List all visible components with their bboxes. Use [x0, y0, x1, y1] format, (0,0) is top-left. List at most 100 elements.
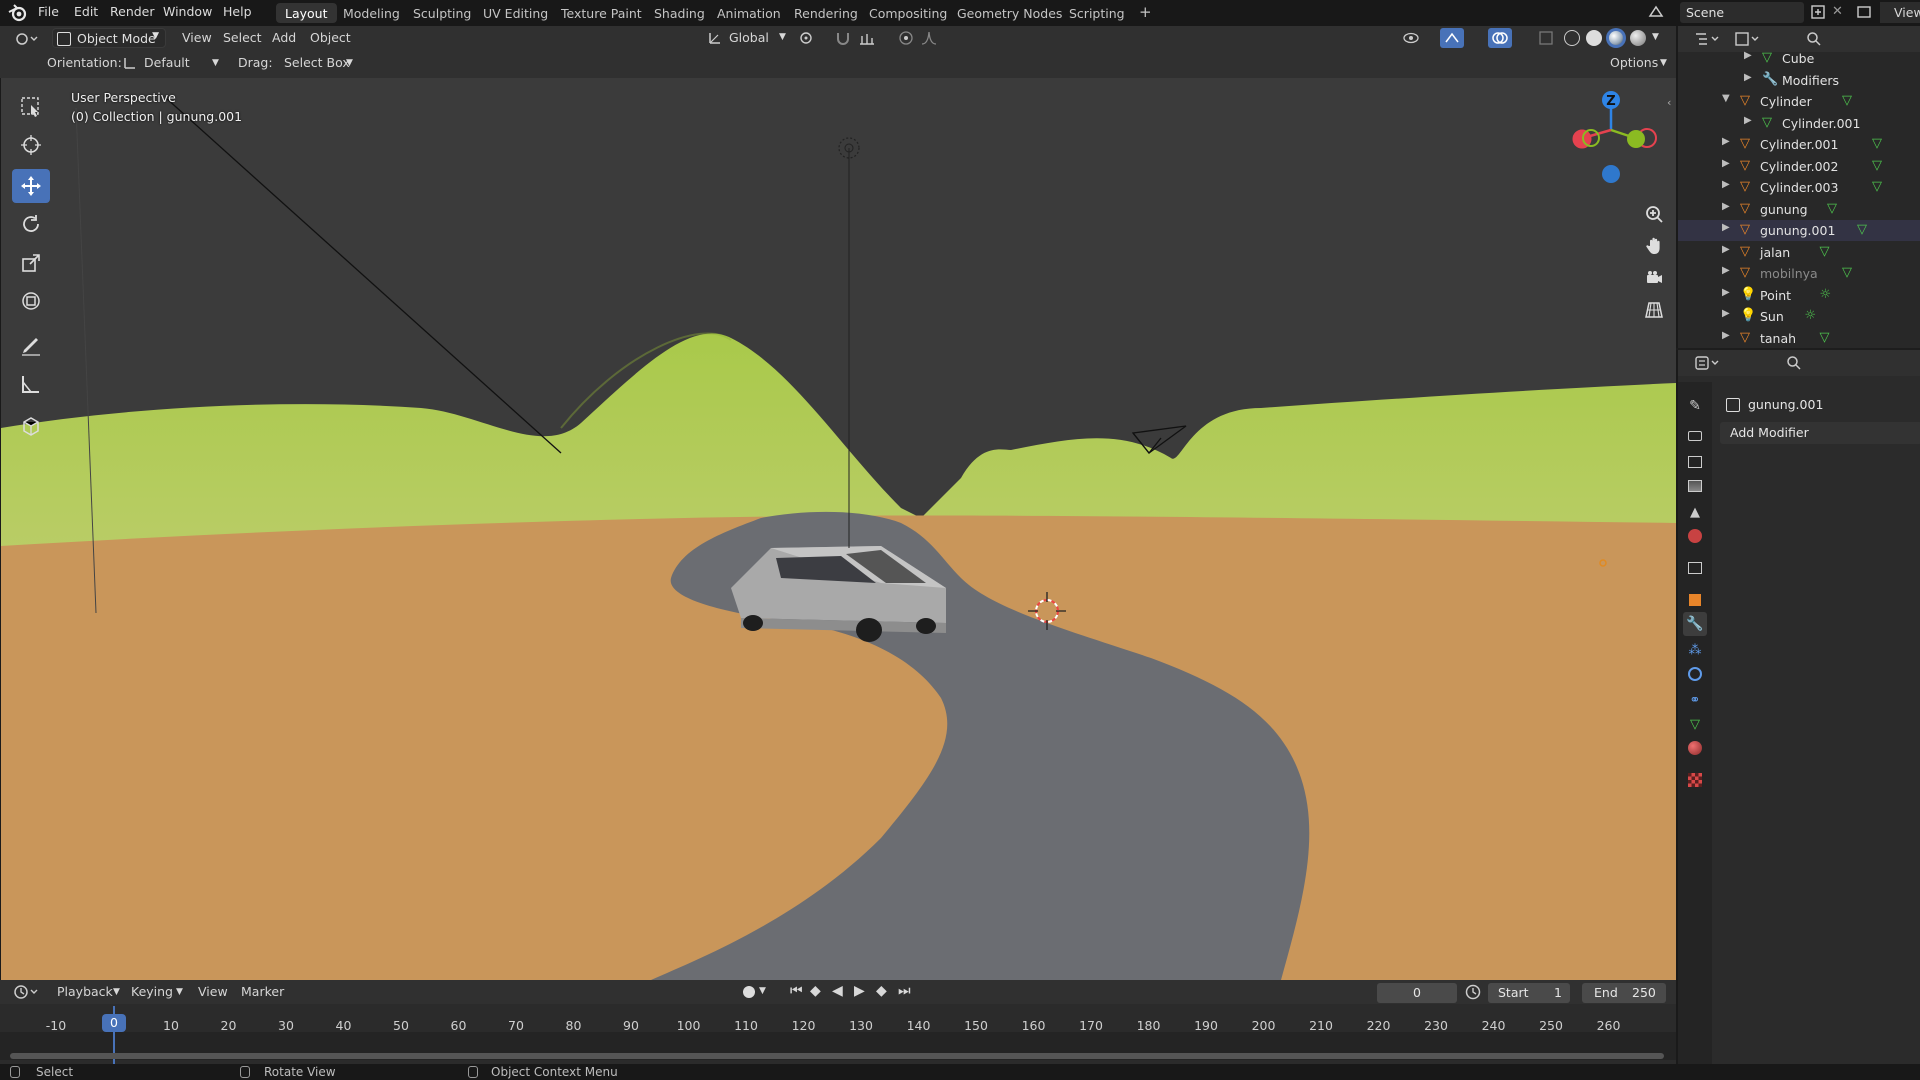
- measure-tool[interactable]: [12, 367, 50, 401]
- outliner-editor-type-icon[interactable]: [1694, 31, 1722, 47]
- mesh-data-icon[interactable]: ▽: [1820, 244, 1836, 260]
- rendered-shading-icon[interactable]: [1630, 30, 1646, 46]
- mesh-data-icon[interactable]: ▽: [1827, 201, 1843, 217]
- chevron-right-icon[interactable]: ▶: [1722, 265, 1730, 276]
- add-cube-tool[interactable]: [12, 409, 50, 443]
- tab-layout[interactable]: Layout: [276, 3, 337, 23]
- outliner-row[interactable]: ▶ ▽ gunung.001 ▽: [1678, 220, 1920, 241]
- mesh-data-icon[interactable]: ▽: [1872, 136, 1888, 152]
- view-layer-selector[interactable]: View: [1880, 2, 1920, 23]
- chevron-right-icon[interactable]: ▶: [1722, 287, 1730, 298]
- tab-texture[interactable]: [1683, 768, 1707, 792]
- tab-compositing[interactable]: Compositing: [860, 3, 956, 23]
- menu-object[interactable]: Object: [310, 30, 351, 45]
- mesh-data-icon[interactable]: ▽: [1842, 265, 1858, 281]
- tab-texture-paint[interactable]: Texture Paint: [552, 3, 651, 23]
- start-frame-field[interactable]: Start 1: [1488, 983, 1570, 1003]
- mesh-data-icon[interactable]: ▽: [1872, 158, 1888, 174]
- timeline-editor-type-icon[interactable]: [12, 983, 40, 1001]
- tab-shading[interactable]: Shading: [645, 3, 714, 23]
- chevron-down-icon[interactable]: ▼: [1722, 93, 1730, 104]
- tab-constraints[interactable]: ⚭: [1683, 688, 1707, 712]
- mesh-data-icon[interactable]: ▽: [1842, 93, 1858, 109]
- tab-data[interactable]: ▽: [1683, 712, 1707, 736]
- outliner-row[interactable]: ▶ 💡 Point ☼: [1678, 285, 1920, 306]
- preview-range-clock-icon[interactable]: [1464, 983, 1482, 1001]
- scene-selector[interactable]: Scene: [1680, 2, 1804, 23]
- jump-keyframe-forward-icon[interactable]: ◆: [876, 983, 887, 999]
- mesh-data-icon[interactable]: ▽: [1820, 330, 1836, 346]
- tab-scene[interactable]: ▲: [1683, 500, 1707, 524]
- select-box-tool[interactable]: [12, 90, 50, 124]
- add-workspace-button[interactable]: +: [1130, 0, 1161, 21]
- menu-view[interactable]: View: [182, 30, 212, 45]
- tab-collection[interactable]: [1683, 556, 1707, 580]
- tab-view-layer[interactable]: [1683, 474, 1707, 498]
- chevron-right-icon[interactable]: ▶: [1722, 222, 1730, 233]
- pan-view-button[interactable]: [1640, 232, 1668, 260]
- jump-start-icon[interactable]: ⏮: [790, 983, 803, 999]
- camera-view-button[interactable]: [1640, 264, 1668, 292]
- rotate-tool[interactable]: [12, 207, 50, 241]
- menu-file[interactable]: File: [38, 4, 59, 19]
- cursor-tool[interactable]: [12, 128, 50, 162]
- material-preview-icon[interactable]: [1606, 28, 1626, 48]
- overlays-toggle-icon[interactable]: [1488, 28, 1512, 48]
- menu-add[interactable]: Add: [272, 30, 296, 45]
- zoom-view-button[interactable]: [1640, 200, 1668, 228]
- outliner-row[interactable]: ▶ ▽ tanah ▽: [1678, 328, 1920, 349]
- outliner-row[interactable]: ▶ ▽ Cylinder.003 ▽: [1678, 177, 1920, 198]
- menu-playback[interactable]: Playback: [57, 984, 113, 999]
- outliner-row[interactable]: ▼ ▽ Cylinder ▽: [1678, 91, 1920, 112]
- scene-icon[interactable]: [1648, 4, 1664, 20]
- tab-output[interactable]: [1683, 450, 1707, 474]
- chevron-right-icon[interactable]: ▶: [1722, 244, 1730, 255]
- solid-shading-icon[interactable]: [1586, 30, 1602, 46]
- search-icon[interactable]: [1806, 31, 1822, 47]
- light-data-icon[interactable]: ☼: [1820, 287, 1836, 303]
- outliner-row[interactable]: ▶ ▽ mobilnya ▽: [1678, 263, 1920, 284]
- chevron-right-icon[interactable]: ▶: [1722, 179, 1730, 190]
- falloff-curve-icon[interactable]: [920, 30, 938, 46]
- jump-keyframe-back-icon[interactable]: ◆: [810, 983, 821, 999]
- record-icon[interactable]: [743, 986, 755, 998]
- chevron-right-icon[interactable]: ▶: [1744, 115, 1752, 126]
- transform-orientation-dropdown[interactable]: Global ▼: [705, 28, 789, 48]
- menu-edit[interactable]: Edit: [74, 4, 98, 19]
- add-modifier-button[interactable]: Add Modifier: [1720, 422, 1920, 444]
- menu-help[interactable]: Help: [223, 4, 252, 19]
- menu-select[interactable]: Select: [223, 30, 262, 45]
- timeline-scrollbar[interactable]: [10, 1053, 1664, 1059]
- gizmo-toggle-icon[interactable]: [1440, 28, 1464, 48]
- properties-editor-type-icon[interactable]: [1694, 355, 1722, 371]
- chevron-right-icon[interactable]: ▶: [1722, 308, 1730, 319]
- menu-marker[interactable]: Marker: [241, 984, 284, 999]
- tab-physics[interactable]: [1683, 662, 1707, 686]
- menu-view[interactable]: View: [198, 984, 228, 999]
- play-reverse-icon[interactable]: ◀: [832, 983, 843, 999]
- editor-type-icon[interactable]: [14, 30, 40, 48]
- snap-target-icon[interactable]: [858, 30, 878, 46]
- end-frame-field[interactable]: End 250: [1582, 983, 1666, 1003]
- current-frame-field[interactable]: 0: [1377, 983, 1457, 1003]
- display-mode-icon[interactable]: [1734, 31, 1762, 47]
- delete-scene-icon[interactable]: ✕: [1832, 4, 1843, 19]
- transform-tool[interactable]: [12, 284, 50, 318]
- menu-window[interactable]: Window: [163, 4, 212, 19]
- outliner-row[interactable]: ▶ ▽ Cube: [1678, 48, 1920, 69]
- shading-options-chevron-icon[interactable]: ▼: [1652, 32, 1659, 42]
- object-mode-dropdown[interactable]: Object Mode ▼: [52, 28, 166, 48]
- 3d-viewport[interactable]: User Perspective (0) Collection | gunung…: [0, 78, 1676, 980]
- chevron-right-icon[interactable]: ▶: [1722, 136, 1730, 147]
- options-dropdown[interactable]: Options ▼: [1602, 53, 1672, 73]
- tab-object[interactable]: [1683, 588, 1707, 612]
- jump-end-icon[interactable]: ⏭: [898, 983, 911, 999]
- tab-sculpting[interactable]: Sculpting: [404, 3, 480, 23]
- outliner-row[interactable]: ▶ 🔧 Modifiers: [1678, 70, 1920, 91]
- chevron-right-icon[interactable]: ▶: [1722, 201, 1730, 212]
- tab-tool[interactable]: ✎: [1683, 394, 1707, 418]
- menu-keying[interactable]: Keying: [131, 984, 173, 999]
- blender-logo-icon[interactable]: [8, 3, 28, 23]
- perspective-toggle-button[interactable]: [1640, 296, 1668, 324]
- mesh-data-icon[interactable]: ▽: [1857, 222, 1873, 238]
